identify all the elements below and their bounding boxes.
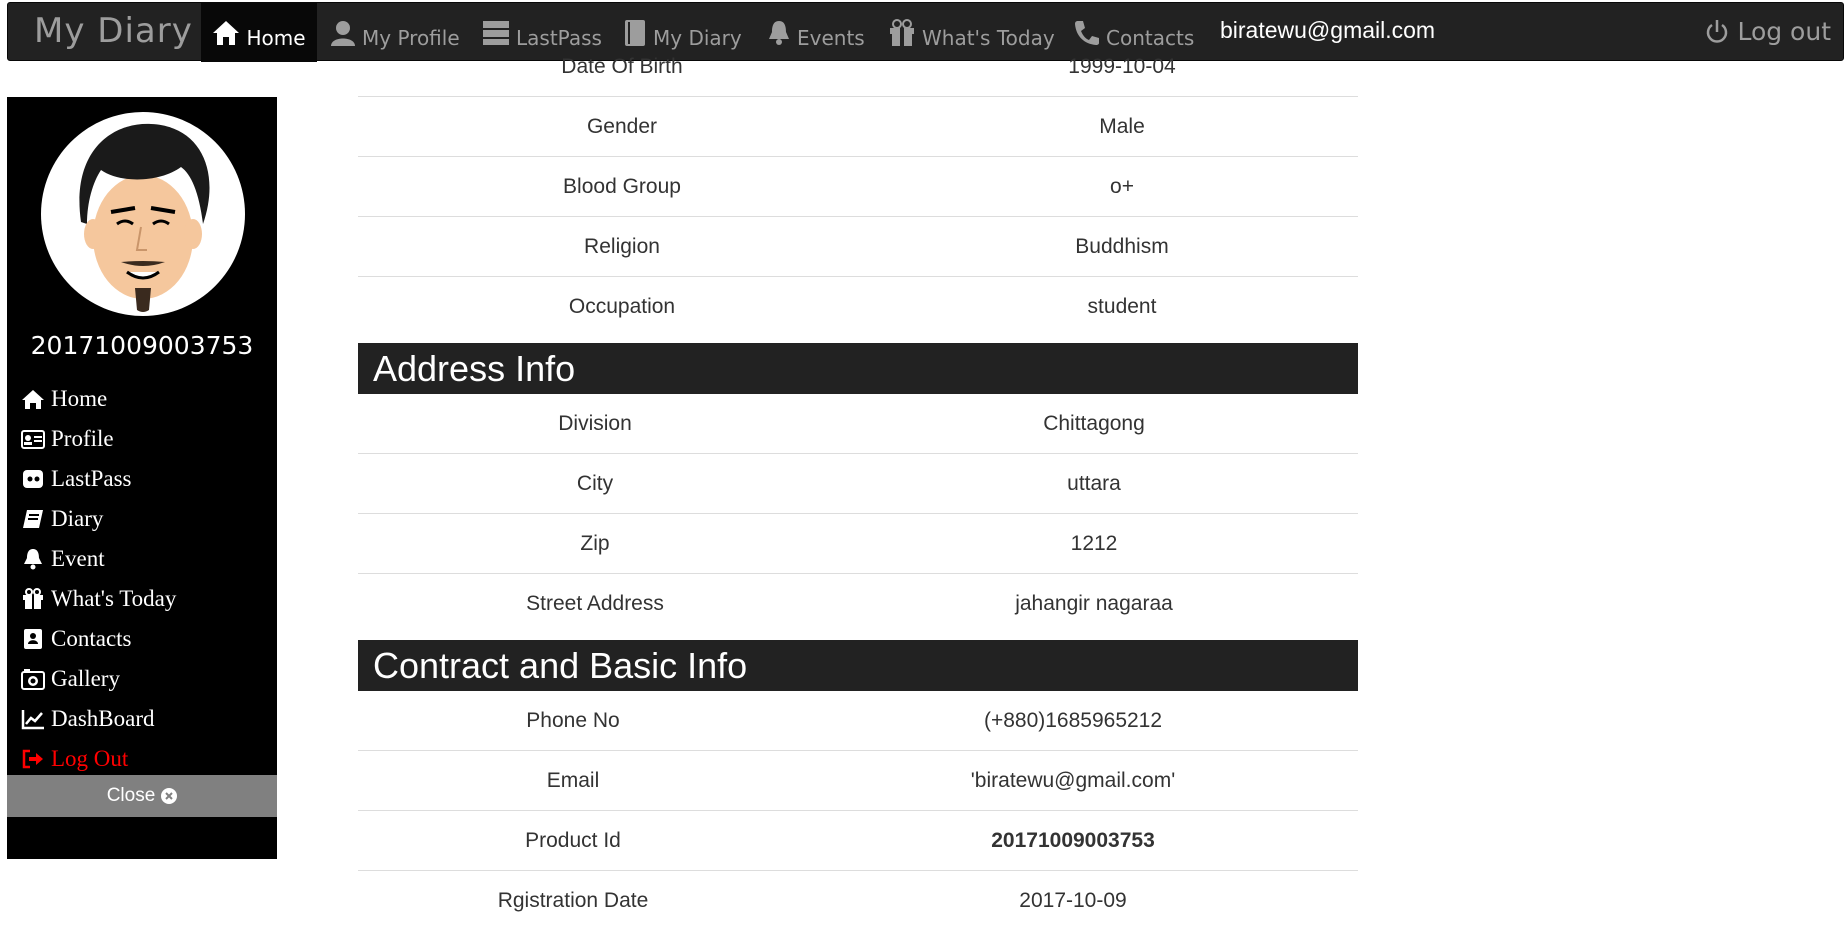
row-value: 1212 [1070, 532, 1118, 555]
sidebar-item-label: Contacts [51, 626, 132, 651]
nav-home-label: Home [246, 25, 306, 50]
sidebar-item-label: Home [51, 386, 108, 411]
table-row: Phone No (+880)1685965212 [358, 691, 1358, 751]
sidebar-item-event[interactable]: Event [21, 539, 271, 579]
avatar-image [79, 123, 210, 312]
row-value: Chittagong [1043, 412, 1145, 435]
sidebar-item-dashboard[interactable]: DashBoard [21, 699, 271, 739]
camera-icon [21, 669, 45, 690]
server-icon [483, 20, 509, 45]
row-value: Buddhism [1075, 235, 1169, 258]
power-icon [1707, 19, 1728, 43]
nav-events-label: Events [797, 25, 865, 50]
sidebar-item-label: LastPass [51, 466, 132, 491]
row-label: Occupation [568, 295, 676, 318]
sidebar-item-contacts[interactable]: Contacts [21, 619, 271, 659]
row-value: uttara [1067, 472, 1121, 495]
table-row: Gender Male [358, 97, 1358, 157]
close-label: Close [106, 785, 156, 806]
sidebar-item-logout[interactable]: Log Out [21, 739, 271, 779]
row-label: Date Of Birth [561, 55, 683, 78]
row-label: Email [546, 769, 600, 792]
bell-icon [24, 549, 42, 570]
row-value: Male [1099, 115, 1145, 138]
row-value: 'biratewu@gmail.com' [970, 769, 1176, 792]
sidebar-item-whats-today[interactable]: What's Today [21, 579, 271, 619]
gift-icon [890, 18, 914, 46]
row-label: Gender [586, 115, 658, 138]
row-label: Rgistration Date [497, 889, 649, 912]
row-label: Street Address [526, 592, 664, 615]
nav-home[interactable]: Home [201, 3, 317, 62]
close-circle-icon [161, 788, 178, 804]
sidebar-item-gallery[interactable]: Gallery [21, 659, 271, 699]
table-row: Date Of Birth 1999-10-04 [358, 50, 1358, 97]
table-row: Religion Buddhism [358, 217, 1358, 277]
table-row: Zip 1212 [358, 514, 1358, 574]
row-label: Division [558, 412, 632, 435]
row-label: Zip [580, 532, 610, 555]
contact-section-title: Contract and Basic Info [358, 640, 1358, 691]
chart-icon [21, 710, 44, 730]
table-row: City uttara [358, 454, 1358, 514]
row-value: (+880)1685965212 [983, 709, 1163, 732]
table-row: Street Address jahangir nagaraa [358, 574, 1358, 633]
brand-title[interactable]: My Diary [34, 11, 193, 51]
book-icon [23, 510, 43, 528]
table-row: Email 'biratewu@gmail.com' [358, 751, 1358, 811]
logout-button[interactable]: Log out [1705, 17, 1831, 46]
nav-my-profile-label: My Profile [362, 25, 460, 50]
row-label: City [576, 472, 614, 495]
nav-whats-today-label: What's Today [922, 25, 1055, 50]
row-label: Blood Group [563, 175, 681, 198]
table-row: Product Id 20171009003753 [358, 811, 1358, 871]
row-label: Product Id [525, 829, 621, 852]
table-row: Blood Group o+ [358, 157, 1358, 217]
sidebar-item-diary[interactable]: Diary [21, 499, 271, 539]
row-value: student [1087, 295, 1157, 318]
address-book-icon [24, 629, 42, 649]
sign-out-icon [22, 749, 43, 769]
sidebar-item-label: Diary [51, 506, 104, 531]
sidebar-item-label: Profile [51, 426, 114, 451]
sidebar-item-profile[interactable]: Profile [21, 419, 271, 459]
row-value: o+ [1110, 175, 1134, 198]
id-card-icon [21, 430, 45, 449]
user-icon [331, 20, 355, 46]
sidebar: 20171009003753 Home Profile LastPass Dia… [7, 97, 277, 859]
table-row: Rgistration Date 2017-10-09 [358, 871, 1358, 930]
bell-icon [769, 20, 789, 45]
row-label: Religion [584, 235, 660, 258]
row-label: Phone No [526, 709, 620, 732]
sidebar-item-label: DashBoard [51, 706, 155, 731]
lastpass-icon [23, 470, 43, 488]
sidebar-item-label: Event [51, 546, 105, 571]
avatar [41, 112, 245, 316]
sidebar-menu: Home Profile LastPass Diary Event What's… [21, 379, 271, 779]
row-value: 1999-10-04 [1068, 55, 1176, 78]
close-sidebar-button[interactable]: Close [7, 775, 277, 817]
table-row: Division Chittagong [358, 394, 1358, 454]
row-value: 2017-10-09 [1019, 889, 1127, 912]
table-row: Occupation student [358, 277, 1358, 336]
home-icon [22, 390, 44, 409]
address-section-title: Address Info [358, 343, 1358, 394]
nav-user-email[interactable]: biratewu@gmail.com [1220, 17, 1435, 44]
sidebar-item-home[interactable]: Home [21, 379, 271, 419]
sidebar-user-id: 20171009003753 [30, 331, 254, 360]
logout-label: Log out [1737, 17, 1831, 46]
row-value: 20171009003753 [991, 829, 1155, 852]
sidebar-item-label: Gallery [51, 666, 120, 691]
gift-icon [23, 588, 43, 609]
sidebar-item-label: What's Today [51, 586, 177, 611]
profile-details: Date Of Birth 1999-10-04 Gender Male Blo… [358, 50, 1358, 930]
row-value: jahangir nagaraa [1015, 592, 1173, 615]
sidebar-item-lastpass[interactable]: LastPass [21, 459, 271, 499]
home-icon [213, 20, 240, 45]
sidebar-item-label: Log Out [51, 746, 129, 771]
